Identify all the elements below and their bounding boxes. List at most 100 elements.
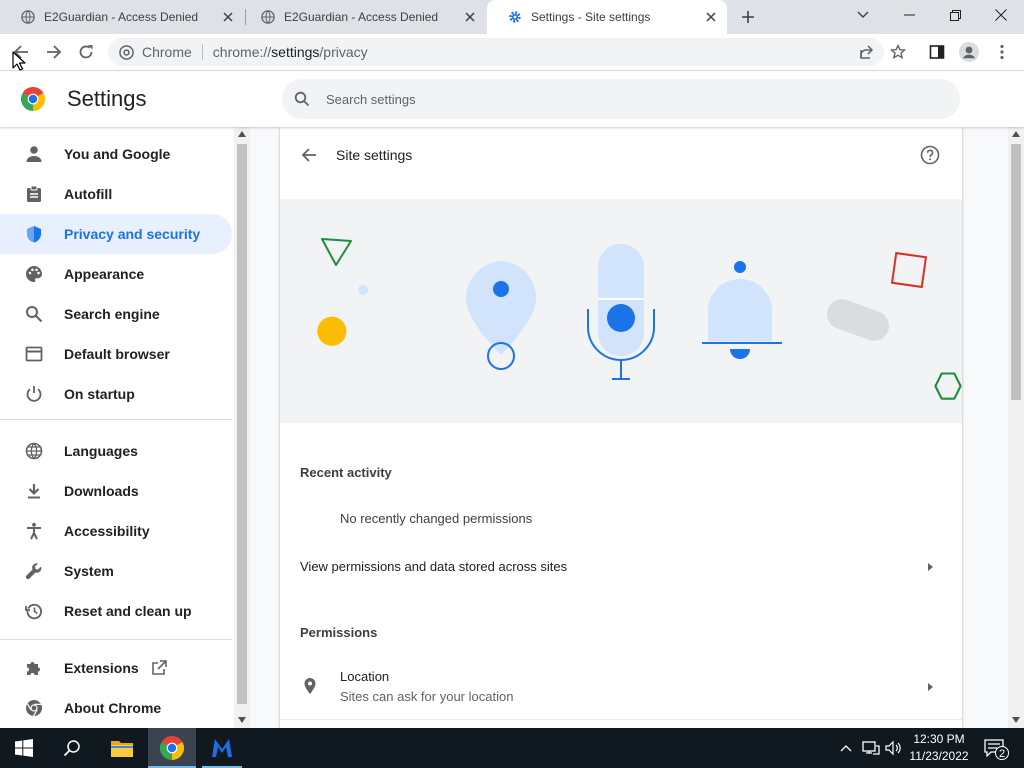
power-icon xyxy=(24,384,44,404)
address-bar[interactable]: Chrome chrome://settings/privacy xyxy=(108,38,884,66)
chrome-logo-icon xyxy=(20,86,46,111)
sidebar-item-about-chrome[interactable]: About Chrome xyxy=(0,688,232,728)
close-tab-icon[interactable] xyxy=(462,9,478,25)
taskbar-malwarebytes[interactable] xyxy=(198,728,246,768)
settings-search[interactable] xyxy=(282,79,960,119)
sidebar-item-appearance[interactable]: Appearance xyxy=(0,254,232,294)
sidebar-divider xyxy=(0,419,232,420)
sidebar-item-extensions[interactable]: Extensions xyxy=(0,648,232,688)
tab-e2guardian-2[interactable]: E2Guardian - Access Denied xyxy=(240,0,486,34)
browser-toolbar: Chrome chrome://settings/privacy xyxy=(0,34,1024,71)
view-permissions-label: View permissions and data stored across … xyxy=(300,559,568,574)
sidebar-item-you-and-google[interactable]: You and Google xyxy=(0,134,232,174)
sidebar-item-accessibility[interactable]: Accessibility xyxy=(0,511,232,551)
sidebar-item-label: On startup xyxy=(64,386,135,402)
tab-site-settings[interactable]: Settings - Site settings xyxy=(487,0,727,34)
chrome-icon xyxy=(118,44,134,60)
windows-taskbar: 12:30 PM 11/23/2022 2 xyxy=(0,728,1024,768)
close-window-button[interactable] xyxy=(978,0,1024,30)
sidebar-item-privacy-and-security[interactable]: Privacy and security xyxy=(0,214,232,254)
shield-icon xyxy=(24,224,44,244)
more-menu-icon[interactable] xyxy=(988,38,1016,66)
taskbar-search-button[interactable] xyxy=(48,728,96,768)
wrench-icon xyxy=(24,561,44,581)
tab-search-button[interactable] xyxy=(840,0,886,30)
taskbar-clock[interactable]: 12:30 PM 11/23/2022 xyxy=(900,731,978,765)
sidebar-item-autofill[interactable]: Autofill xyxy=(0,174,232,214)
url-text: chrome://settings/privacy xyxy=(213,44,368,60)
gear-icon xyxy=(507,9,523,25)
sidebar-divider xyxy=(0,639,232,640)
sidebar-item-label: Downloads xyxy=(64,483,139,499)
sidebar-item-downloads[interactable]: Downloads xyxy=(0,471,232,511)
open-in-new-icon xyxy=(150,659,168,677)
network-icon[interactable] xyxy=(860,728,882,768)
clipboard-icon xyxy=(24,184,44,204)
taskbar-chrome[interactable] xyxy=(148,728,196,768)
notification-count-badge: 2 xyxy=(995,746,1009,760)
globe-icon xyxy=(20,9,36,25)
omnibox-divider xyxy=(201,44,203,60)
site-label: Chrome xyxy=(142,44,192,60)
history-icon xyxy=(24,601,44,621)
minimize-button[interactable] xyxy=(886,0,932,30)
scroll-up-arrow-icon[interactable] xyxy=(1012,131,1020,137)
new-tab-button[interactable] xyxy=(736,5,760,29)
taskbar-file-explorer[interactable] xyxy=(98,728,146,768)
sidebar-item-label: Appearance xyxy=(64,266,145,282)
share-icon[interactable] xyxy=(852,38,880,66)
start-button[interactable] xyxy=(0,728,48,768)
location-pin-icon xyxy=(301,677,319,695)
help-icon[interactable] xyxy=(920,145,942,167)
scroll-up-arrow-icon[interactable] xyxy=(238,131,246,137)
scroll-down-arrow-icon[interactable] xyxy=(1012,717,1020,723)
scroll-down-arrow-icon[interactable] xyxy=(238,717,246,723)
notifications-button[interactable]: 2 xyxy=(980,728,1009,768)
sidebar-item-label: About Chrome xyxy=(64,700,162,716)
accessibility-icon xyxy=(24,521,44,541)
main-scrollbar[interactable] xyxy=(1008,127,1024,728)
close-tab-icon[interactable] xyxy=(220,9,236,25)
puzzle-icon xyxy=(24,658,44,678)
settings-header: Settings xyxy=(0,71,1024,127)
tab-title: E2Guardian - Access Denied xyxy=(44,10,199,24)
permissions-heading: Permissions xyxy=(300,625,378,640)
main-scrollbar-thumb[interactable] xyxy=(1011,144,1021,400)
tab-e2guardian-1[interactable]: E2Guardian - Access Denied xyxy=(0,0,244,34)
tray-chevron-up-icon[interactable] xyxy=(836,728,856,768)
close-tab-icon[interactable] xyxy=(703,9,719,25)
side-panel-icon[interactable] xyxy=(923,38,951,66)
sidebar-item-label: Reset and clean up xyxy=(64,603,192,619)
sidebar-scrollbar-thumb[interactable] xyxy=(237,144,247,704)
reload-button[interactable] xyxy=(72,38,100,66)
globe-icon xyxy=(24,441,44,461)
forward-button[interactable] xyxy=(40,38,68,66)
sidebar-item-system[interactable]: System xyxy=(0,551,232,591)
row-separator xyxy=(280,719,962,720)
restore-button[interactable] xyxy=(932,0,978,30)
sidebar-item-search-engine[interactable]: Search engine xyxy=(0,294,232,334)
sidebar-item-default-browser[interactable]: Default browser xyxy=(0,334,232,374)
back-arrow-button[interactable] xyxy=(298,144,320,166)
sidebar-item-label: Languages xyxy=(64,443,138,459)
recent-activity-empty: No recently changed permissions xyxy=(340,511,533,526)
sidebar-item-reset-and-clean-up[interactable]: Reset and clean up xyxy=(0,591,232,631)
search-input[interactable] xyxy=(326,91,926,107)
view-permissions-row[interactable]: View permissions and data stored across … xyxy=(280,543,962,591)
site-settings-card: Site settings Recent activity No recentl… xyxy=(280,127,962,728)
search-icon xyxy=(63,740,80,757)
url-host: settings xyxy=(271,44,320,60)
sidebar-item-label: Accessibility xyxy=(64,523,150,539)
sidebar-item-languages[interactable]: Languages xyxy=(0,431,232,471)
permission-row-location[interactable]: Location Sites can ask for your location xyxy=(280,657,962,717)
sidebar-item-label: You and Google xyxy=(64,146,171,162)
sidebar-item-label: Extensions xyxy=(64,660,139,676)
bookmark-star-icon[interactable] xyxy=(884,38,912,66)
profile-avatar[interactable] xyxy=(955,38,983,66)
sidebar-item-label: Search engine xyxy=(64,306,160,322)
recent-activity-heading: Recent activity xyxy=(300,465,392,480)
sidebar-item-on-startup[interactable]: On startup xyxy=(0,374,232,414)
person-icon xyxy=(24,144,44,164)
mouse-cursor xyxy=(12,51,26,71)
sidebar-scrollbar[interactable] xyxy=(234,127,250,728)
